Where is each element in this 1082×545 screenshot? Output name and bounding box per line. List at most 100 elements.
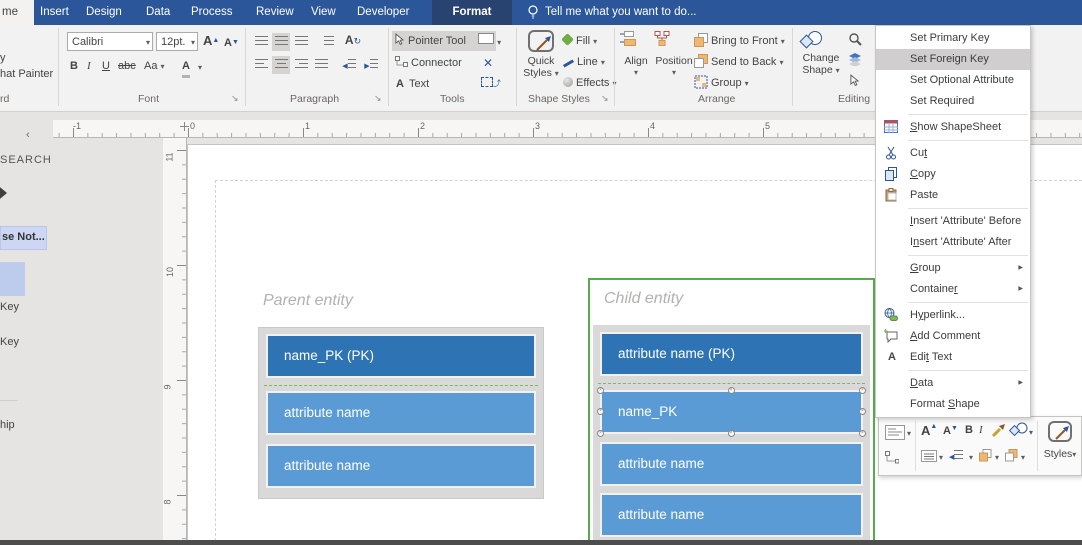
tellme-box[interactable]: Tell me what you want to do... [545,0,697,25]
shape-item-key-partial[interactable]: Key [0,301,19,313]
position-button[interactable]: Position▾ [654,31,694,79]
format-painter-button-partial[interactable]: hat Painter [0,65,53,83]
connection-point-tool-button[interactable]: ⤴ [481,75,501,93]
font-dialog-launcher[interactable]: ↘ [231,93,239,104]
bring-to-front-icon[interactable] [979,449,992,462]
menu-item-add-comment[interactable]: Add Comment [876,326,1030,347]
menu-item-format-shape[interactable]: Format Shape [876,394,1030,415]
select-button[interactable] [850,74,868,92]
text-tool-button[interactable]: AText [392,74,429,94]
bold-button[interactable]: B [70,57,78,75]
menu-item-set-foreign-key[interactable]: Set Foreign Key [876,49,1030,70]
selection-handle[interactable]: × [859,387,866,394]
shape-styles-dialog-launcher[interactable]: ↘ [601,93,609,104]
panel-collapse-chevron-icon[interactable]: ‹ [26,129,30,141]
selection-handle[interactable]: × [859,430,866,437]
connector-tool-button[interactable]: Connector [392,53,462,73]
tab-insert[interactable]: Insert [40,0,69,25]
selection-handle[interactable]: × [728,387,735,394]
tab-design[interactable]: Design [86,0,122,25]
connector-icon[interactable] [885,451,899,464]
shape-item-relationship-partial[interactable]: hip [0,419,15,431]
child-entity-attributes-container[interactable]: attribute name (PK) name_PK × × × × × × … [593,325,870,543]
quick-styles-button[interactable]: Quick Styles ▾ [520,30,562,80]
chevron-down-icon[interactable]: ▾ [191,33,195,52]
parent-attribute-row[interactable]: attribute name [266,444,536,488]
align-top-button[interactable] [252,33,270,51]
format-painter-brush-icon[interactable] [991,424,1006,438]
increase-indent-button[interactable]: ▶ [362,56,380,74]
menu-item-set-required[interactable]: Set Required [876,91,1030,112]
menu-item-edit-text[interactable]: A Edit Text [876,347,1030,368]
selection-handle[interactable]: × [597,408,604,415]
delete-x-button[interactable]: ✕ [483,54,493,72]
menu-item-hyperlink[interactable]: Hyperlink... [876,305,1030,326]
line-spacing-icon[interactable] [921,450,937,462]
effects-button[interactable]: Effects ▾ [563,74,617,93]
tab-developer[interactable]: Developer [357,0,409,25]
child-entity-title[interactable]: Child entity [604,290,683,308]
send-to-back-icon[interactable] [1005,449,1018,462]
menu-item-set-primary-key[interactable]: Set Primary Key [876,28,1030,49]
change-shape-icon[interactable] [1009,422,1029,439]
bullets-button[interactable] [320,33,338,51]
styles-button[interactable]: Styles▾ [1042,421,1078,460]
menu-item-insert-attribute-after[interactable]: Insert 'Attribute' After [876,232,1030,253]
bring-to-front-button[interactable]: Bring to Front ▾ [694,32,785,51]
shrink-font-button[interactable]: A▼ [943,425,958,437]
align-bottom-button[interactable] [292,33,310,51]
selection-handle[interactable]: × [859,408,866,415]
tab-home-partial[interactable]: me [0,0,34,25]
tab-data[interactable]: Data [146,0,170,25]
menu-item-copy[interactable]: Copy [876,164,1030,185]
selection-handle[interactable]: × [728,430,735,437]
change-shape-button[interactable]: Change Shape ▾ [798,30,844,77]
menu-item-paste[interactable]: Paste [876,185,1030,206]
child-attribute-row-selected[interactable]: name_PK × × × × × × × × [600,390,863,434]
tab-process[interactable]: Process [191,0,233,25]
child-attribute-row-pk[interactable]: attribute name (PK) [600,332,863,376]
menu-item-insert-attribute-before[interactable]: Insert 'Attribute' Before [876,211,1030,232]
chevron-down-icon[interactable]: ▾ [146,33,150,52]
align-center-button[interactable] [272,56,290,74]
rectangle-tool-button[interactable]: ▾ [478,33,501,52]
change-case-button[interactable]: Aa ▾ [144,57,165,76]
parent-entity-shape[interactable]: name_PK (PK) attribute name attribute na… [258,327,544,499]
shapes-search-label-partial[interactable]: SEARCH [0,154,52,166]
shrink-font-button[interactable]: A▼ [224,34,239,52]
grow-font-button[interactable]: A▲ [921,423,937,438]
align-right-button[interactable] [292,56,310,74]
selection-handle[interactable]: × [597,387,604,394]
grow-font-button[interactable]: A▲ [203,32,219,50]
rotate-text-button[interactable]: A↻ [344,31,362,49]
strikethrough-button[interactable]: abc [118,57,136,75]
tab-view[interactable]: View [311,0,336,25]
underline-button[interactable]: U [102,57,110,75]
font-family-combobox[interactable]: Calibri▾ [67,32,153,51]
selection-handle[interactable]: × [597,430,604,437]
group-button[interactable]: Group ▾ [694,74,749,93]
stencil-tab-database-notation-partial[interactable]: se Not... [0,226,47,250]
menu-item-data[interactable]: Data [876,373,1030,394]
vertical-ruler[interactable]: 11 10 9 8 [163,138,187,545]
font-size-combobox[interactable]: 12pt.▾ [156,32,198,51]
indent-list-icon[interactable]: ◀ [949,450,963,462]
justify-button[interactable] [312,56,330,74]
menu-item-show-shapesheet[interactable]: Show ShapeSheet [876,117,1030,138]
menu-item-cut[interactable]: Cut [876,143,1030,164]
menu-item-container[interactable]: Container [876,279,1030,300]
layers-button[interactable] [848,53,866,71]
selected-shape-thumbnail-partial[interactable] [0,262,25,296]
child-entity-shape-selected[interactable]: Child entity attribute name (PK) name_PK… [588,278,875,545]
fill-button[interactable]: Fill ▾ [563,32,597,51]
child-attribute-row[interactable]: attribute name [600,442,863,486]
font-color-button[interactable]: A [182,57,190,78]
tab-format[interactable]: Format [432,0,512,25]
parent-entity-title[interactable]: Parent entity [263,292,353,310]
parent-attribute-row[interactable]: attribute name [266,391,536,435]
paragraph-dialog-launcher[interactable]: ↘ [374,93,382,104]
more-shapes-arrow-icon[interactable] [0,183,7,203]
send-to-back-button[interactable]: Send to Back ▾ [694,53,784,72]
bold-button[interactable]: B [965,424,973,436]
line-button[interactable]: Line ▾ [563,53,605,72]
